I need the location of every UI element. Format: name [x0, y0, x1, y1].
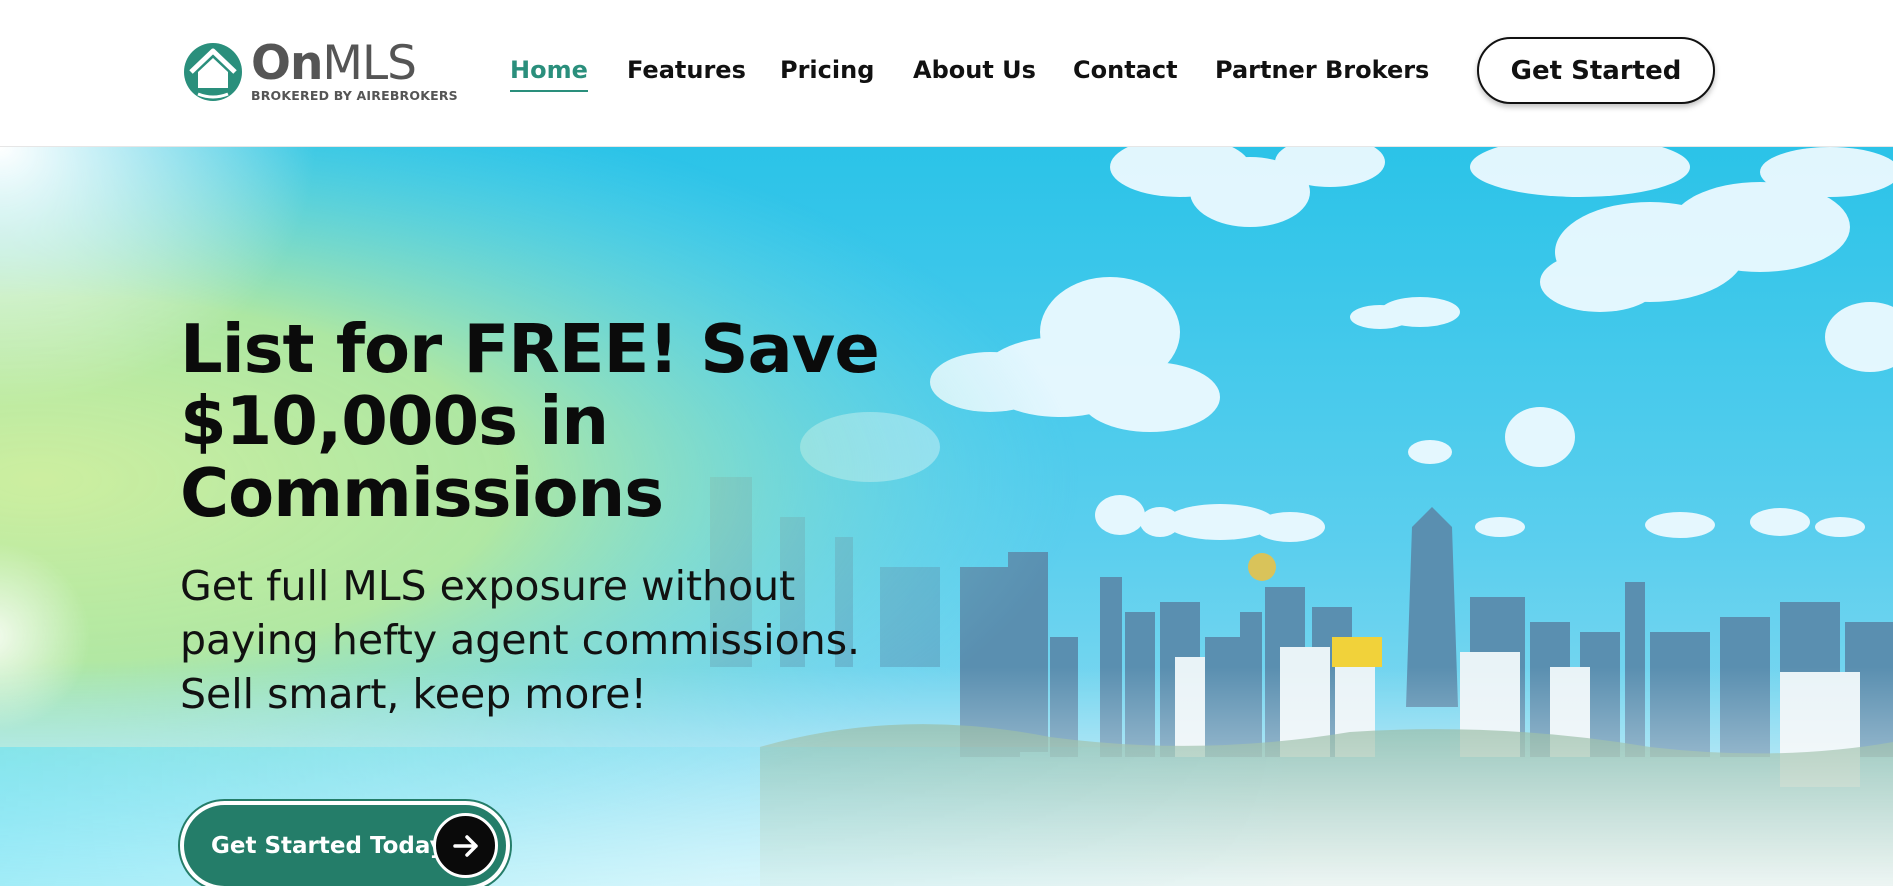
site-header: OnMLS BROKERED BY AIREBROKERS Home Featu…	[0, 0, 1893, 147]
logo[interactable]: OnMLS BROKERED BY AIREBROKERS	[183, 40, 458, 104]
house-logo-icon	[184, 43, 242, 101]
hero-section: List for FREE! Save $10,000s in Commissi…	[0, 147, 1893, 886]
nav-partner-brokers[interactable]: Partner Brokers	[1215, 52, 1429, 88]
logo-wordmark: OnMLS	[251, 35, 417, 91]
get-started-today-button[interactable]: Get Started Today	[180, 801, 510, 886]
nav-features[interactable]: Features	[627, 52, 746, 88]
nav-contact[interactable]: Contact	[1073, 52, 1178, 88]
arrow-right-glyph	[452, 834, 478, 857]
nav-home[interactable]: Home	[510, 52, 588, 92]
arrow-right-icon	[433, 813, 498, 878]
hero-subtitle: Get full MLS exposure without paying hef…	[180, 562, 861, 718]
nav-pricing[interactable]: Pricing	[780, 52, 874, 88]
logo-tagline: BROKERED BY AIREBROKERS	[251, 87, 458, 103]
logo-text: OnMLS BROKERED BY AIREBROKERS	[251, 35, 458, 103]
get-started-button[interactable]: Get Started	[1477, 37, 1715, 104]
cta-label: Get Started Today	[211, 832, 445, 859]
nav-about-us[interactable]: About Us	[913, 52, 1036, 88]
hero-title: List for FREE! Save $10,000s in Commissi…	[180, 310, 880, 532]
